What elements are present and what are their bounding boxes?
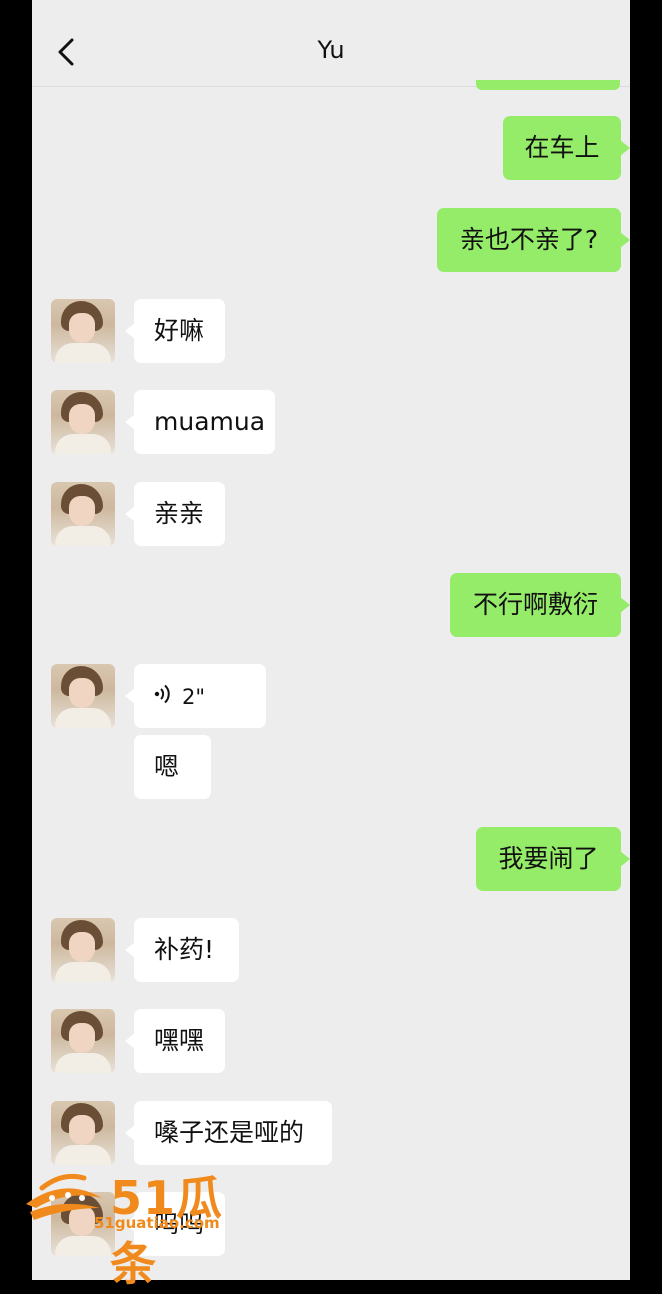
nav-bar: Yu [32, 0, 630, 87]
contact-avatar[interactable] [51, 299, 115, 363]
incoming-message[interactable]: 嗯 [134, 735, 211, 799]
voice-message[interactable]: 2" [125, 664, 266, 729]
contact-avatar[interactable] [51, 664, 115, 728]
outgoing-message[interactable]: 在车上 [503, 116, 630, 180]
chat-title: Yu [317, 36, 345, 64]
contact-avatar[interactable] [51, 1101, 115, 1165]
incoming-message[interactable]: 嗓子还是哑的 [125, 1101, 332, 1165]
contact-avatar[interactable] [51, 482, 115, 546]
watermark-url: 51guatiao.com [94, 1214, 220, 1232]
outgoing-message[interactable]: 亲也不亲了? [437, 208, 630, 272]
incoming-message[interactable]: 嘿嘿 [125, 1009, 225, 1073]
voice-duration: 2" [182, 685, 206, 709]
incoming-message[interactable]: muamua [125, 390, 275, 454]
previous-message-bubble [476, 80, 620, 90]
contact-avatar[interactable] [51, 390, 115, 454]
chat-screen: Yu 在车上 亲也不亲了? 好嘛 muamua 亲亲 不行啊敷衍 2" 嗯 我要… [32, 0, 630, 1280]
contact-avatar[interactable] [51, 1009, 115, 1073]
watermark: 51瓜条 51guatiao.com [22, 1162, 262, 1291]
contact-avatar[interactable] [51, 918, 115, 982]
incoming-message[interactable]: 好嘛 [125, 299, 225, 363]
outgoing-message[interactable]: 我要闹了 [476, 827, 630, 891]
outgoing-message[interactable]: 不行啊敷衍 [450, 573, 630, 637]
voice-waves-icon [154, 665, 174, 729]
incoming-message[interactable]: 亲亲 [125, 482, 225, 546]
incoming-message[interactable]: 补药! [125, 918, 239, 982]
